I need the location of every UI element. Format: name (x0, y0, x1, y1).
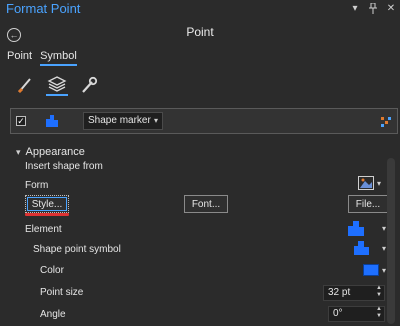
pin-icon[interactable] (368, 2, 378, 14)
tab-bar: Point Symbol (7, 50, 77, 66)
point-size-input[interactable]: 32 pt ▲ ▼ (323, 285, 385, 301)
chevron-down-icon: ▾ (381, 243, 386, 253)
style-button[interactable]: Style... (25, 195, 69, 213)
angle-label: Angle (40, 309, 66, 320)
spinner-arrows-icon[interactable]: ▲ ▼ (376, 306, 382, 320)
chevron-down-icon: ▾ (153, 116, 158, 125)
layer-visibility-checkbox[interactable]: ✓ (16, 116, 26, 126)
angle-input[interactable]: 0° ▲ ▼ (328, 306, 385, 322)
spinner-arrows-icon[interactable]: ▲ ▼ (376, 285, 382, 299)
panel-heading: Point (186, 25, 214, 39)
shape-point-symbol-dropdown[interactable]: ▾ (340, 240, 386, 256)
shape-marker-icon (45, 115, 59, 130)
shape-type-select[interactable]: Shape marker ▾ (83, 112, 163, 130)
element-label: Element (25, 224, 62, 235)
shape-point-symbol-label: Shape point symbol (33, 244, 121, 255)
file-button[interactable]: File... (348, 195, 388, 213)
wrench-icon[interactable] (78, 74, 100, 96)
chevron-down-icon[interactable]: ▾ (350, 2, 360, 14)
insert-shape-from-label: Insert shape from (25, 161, 103, 172)
brush-icon[interactable] (14, 74, 36, 96)
tab-point[interactable]: Point (7, 50, 32, 66)
element-shape-icon (347, 220, 364, 236)
collapse-caret-icon: ▾ (16, 146, 21, 157)
title-bar: Format Point ▾ ✕ (0, 0, 400, 18)
shape-point-symbol-icon (353, 241, 369, 255)
close-icon[interactable]: ✕ (386, 2, 396, 14)
chevron-down-icon: ▾ (377, 178, 382, 188)
tab-symbol[interactable]: Symbol (40, 50, 77, 66)
color-label: Color (40, 265, 64, 276)
color-swatch (362, 264, 379, 276)
form-shape-icon (358, 176, 374, 190)
color-picker[interactable]: ▾ (358, 262, 386, 278)
form-dropdown[interactable]: ▾ (358, 175, 381, 191)
point-size-label: Point size (40, 287, 84, 298)
font-button[interactable]: Font... (184, 195, 228, 213)
layers-icon[interactable] (46, 74, 68, 96)
symbol-layer-row[interactable]: ✓ Shape marker ▾ (10, 108, 398, 134)
chevron-down-icon: ▾ (381, 223, 386, 233)
symbol-subtabs (14, 74, 100, 96)
window-title: Format Point (6, 1, 81, 16)
highlight-underline (25, 213, 69, 216)
layer-options-icon[interactable] (381, 117, 391, 130)
chevron-down-icon: ▾ (381, 265, 386, 275)
appearance-section-header[interactable]: ▾ Appearance (16, 146, 85, 158)
form-label: Form (25, 180, 49, 191)
element-dropdown[interactable]: ▾ (330, 220, 386, 236)
vertical-scrollbar[interactable] (387, 158, 395, 324)
